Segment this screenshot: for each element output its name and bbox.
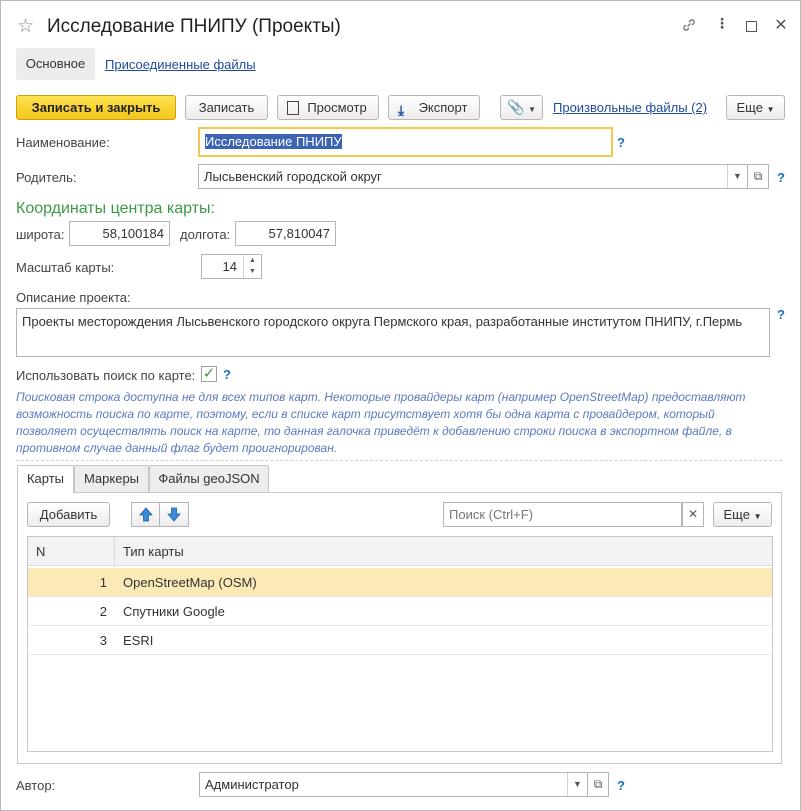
more-label: Еще bbox=[736, 100, 763, 115]
row-map-type: ESRI bbox=[123, 633, 154, 648]
open-author-button[interactable]: ⧉ bbox=[588, 772, 609, 797]
search-help-icon[interactable]: ? bbox=[223, 367, 231, 382]
table-row[interactable]: 2 Спутники Google bbox=[28, 597, 772, 626]
lon-label: долгота: bbox=[180, 227, 231, 242]
parent-input[interactable]: Лысьвенский городской округ ▼ bbox=[198, 164, 748, 189]
preview-icon bbox=[287, 101, 299, 115]
search-label: Использовать поиск по карте: bbox=[16, 368, 196, 383]
link-icon[interactable] bbox=[679, 17, 699, 36]
export-icon: ⤓ bbox=[398, 102, 405, 118]
close-icon[interactable]: ✕ bbox=[771, 15, 791, 35]
desc-textarea[interactable]: Проекты месторождения Лысьвенского город… bbox=[16, 308, 770, 357]
scale-stepper[interactable]: 14 ▲ ▼ bbox=[201, 254, 262, 279]
maximize-icon[interactable] bbox=[746, 21, 757, 32]
save-and-close-button[interactable]: Записать и закрыть bbox=[16, 95, 176, 120]
row-number: 1 bbox=[99, 575, 107, 590]
table-row[interactable]: 1 OpenStreetMap (OSM) bbox=[28, 568, 772, 597]
parent-help-icon[interactable]: ? bbox=[777, 170, 785, 185]
maps-more-label: Еще bbox=[723, 507, 750, 522]
desc-label: Описание проекта: bbox=[16, 290, 131, 305]
row-number: 2 bbox=[99, 604, 107, 619]
name-label: Наименование: bbox=[16, 135, 110, 150]
row-number: 3 bbox=[99, 633, 107, 648]
more-button[interactable]: Еще ▼ bbox=[726, 95, 785, 120]
search-hint-text: Поисковая строка доступна не для всех ти… bbox=[16, 390, 746, 455]
tab-geojson-files[interactable]: Файлы geoJSON bbox=[149, 465, 269, 492]
form-window: ☆ Исследование ПНИПУ (Проекты) ⋮ ✕ Основ… bbox=[0, 0, 801, 811]
dropdown-arrow-icon[interactable]: ▼ bbox=[567, 773, 587, 796]
arrow-up-icon bbox=[139, 507, 153, 522]
maps-table: N Тип карты 1 OpenStreetMap (OSM) 2 Спут… bbox=[27, 536, 773, 752]
tab-main[interactable]: Основное bbox=[16, 48, 95, 80]
chevron-down-icon: ▼ bbox=[753, 512, 762, 521]
move-down-button[interactable] bbox=[160, 502, 189, 527]
add-button[interactable]: Добавить bbox=[27, 502, 110, 527]
table-row[interactable]: 3 ESRI bbox=[28, 626, 772, 655]
export-label: Экспорт bbox=[418, 100, 468, 115]
divider bbox=[16, 460, 782, 461]
col-type-header[interactable]: Тип карты bbox=[123, 537, 184, 566]
col-divider bbox=[114, 537, 115, 566]
stepper-arrows-icon[interactable]: ▲ ▼ bbox=[243, 255, 261, 278]
lat-label: широта: bbox=[16, 227, 65, 242]
arrow-down-icon bbox=[167, 507, 181, 522]
favorite-star-icon[interactable]: ☆ bbox=[17, 15, 34, 38]
attach-button[interactable]: 📎 ▼ bbox=[500, 95, 543, 120]
move-up-button[interactable] bbox=[131, 502, 160, 527]
maps-search-input[interactable] bbox=[443, 502, 682, 527]
author-value: Администратор bbox=[205, 777, 299, 792]
more-vert-icon[interactable]: ⋮ bbox=[712, 15, 732, 32]
window-title: Исследование ПНИПУ (Проекты) bbox=[47, 16, 341, 37]
scale-value: 14 bbox=[222, 259, 237, 274]
name-input[interactable]: Исследование ПНИПУ bbox=[198, 127, 613, 157]
coords-section-title: Координаты центра карты: bbox=[16, 200, 215, 217]
author-label: Автор: bbox=[16, 778, 56, 793]
tab-maps[interactable]: Карты bbox=[17, 465, 74, 493]
export-button[interactable]: ⤓ Экспорт bbox=[388, 95, 480, 120]
parent-value: Лысьвенский городской округ bbox=[204, 169, 382, 184]
row-map-type: OpenStreetMap (OSM) bbox=[123, 575, 257, 590]
clear-search-icon[interactable]: ✕ bbox=[682, 502, 704, 527]
save-button[interactable]: Записать bbox=[185, 95, 268, 120]
chevron-down-icon: ▼ bbox=[766, 105, 775, 114]
lat-input[interactable]: 58,100184 bbox=[69, 221, 170, 246]
dropdown-arrow-icon[interactable]: ▼ bbox=[727, 165, 747, 188]
preview-button[interactable]: Просмотр bbox=[277, 95, 379, 120]
use-search-checkbox[interactable]: ✓ bbox=[201, 366, 217, 382]
chevron-down-icon: ▼ bbox=[528, 105, 536, 114]
table-header: N Тип карты bbox=[28, 537, 772, 566]
author-help-icon[interactable]: ? bbox=[617, 778, 625, 793]
preview-label: Просмотр bbox=[307, 100, 367, 115]
tab-markers[interactable]: Маркеры bbox=[74, 465, 149, 492]
name-value: Исследование ПНИПУ bbox=[205, 134, 342, 149]
row-map-type: Спутники Google bbox=[123, 604, 225, 619]
scale-label: Масштаб карты: bbox=[16, 260, 115, 275]
tab-attached-files[interactable]: Присоединенные файлы bbox=[105, 57, 256, 72]
open-parent-button[interactable]: ⧉ bbox=[748, 164, 769, 189]
desc-help-icon[interactable]: ? bbox=[777, 307, 785, 322]
maps-more-button[interactable]: Еще ▼ bbox=[713, 502, 772, 527]
parent-label: Родитель: bbox=[16, 170, 77, 185]
name-help-icon[interactable]: ? bbox=[617, 135, 625, 150]
free-files-link[interactable]: Произвольные файлы (2) bbox=[553, 100, 707, 115]
lon-input[interactable]: 57,810047 bbox=[235, 221, 336, 246]
col-n-header[interactable]: N bbox=[36, 537, 45, 566]
author-input[interactable]: Администратор ▼ bbox=[199, 772, 588, 797]
paperclip-icon: 📎 bbox=[507, 99, 525, 115]
